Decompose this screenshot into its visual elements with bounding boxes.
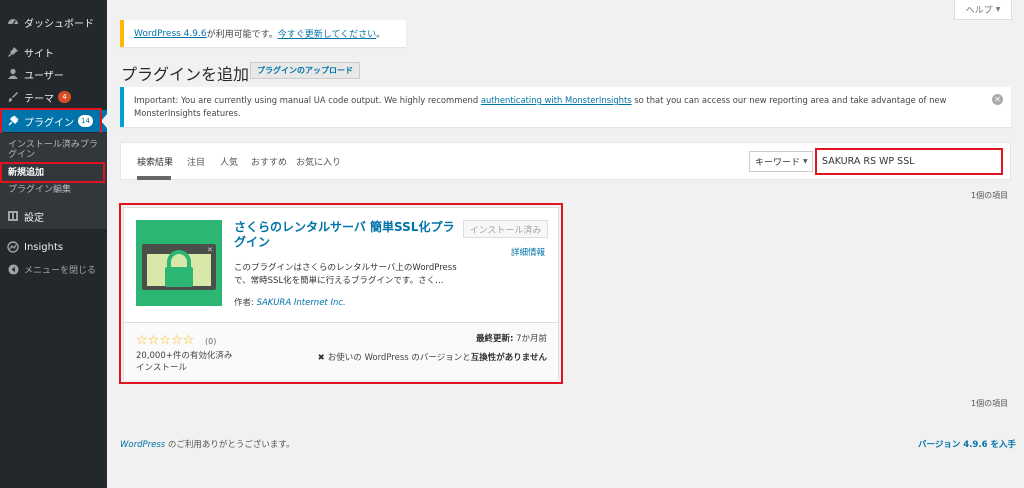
monsterinsights-notice: Important: You are currently using manua…	[120, 87, 1011, 127]
admin-sidebar: ダッシュボード サイト ユーザー テーマ 4 プラグイン 14 インストール済み…	[0, 0, 107, 488]
dismiss-notice-icon[interactable]: ✕	[992, 94, 1003, 105]
footer-version-link[interactable]: バージョン 4.9.6 を入手	[918, 438, 1016, 450]
themes-update-badge: 4	[58, 91, 71, 103]
menu-themes-label: テーマ	[24, 93, 54, 105]
insights-icon	[3, 241, 23, 253]
menu-users-label: ユーザー	[24, 70, 64, 82]
tab-popular[interactable]: 人気	[220, 155, 238, 168]
upload-plugin-button[interactable]: プラグインのアップロード	[250, 62, 360, 79]
footer-thanks-text: のご利用ありがとうございます。	[165, 440, 295, 450]
dropdown-caret-icon: ▼	[803, 158, 808, 165]
update-now-link[interactable]: 今すぐ更新してください	[278, 27, 376, 40]
menu-themes[interactable]: テーマ 4	[0, 86, 107, 108]
menu-posts[interactable]: サイト	[0, 41, 107, 63]
menu-settings[interactable]: 設定	[0, 205, 107, 227]
add-new-highlight-box	[0, 162, 105, 183]
collapse-arrow-icon	[3, 263, 23, 275]
menu-insights[interactable]: Insights	[0, 236, 107, 258]
menu-dashboard-label: ダッシュボード	[24, 18, 94, 30]
settings-icon	[3, 210, 23, 222]
tab-favorites[interactable]: お気に入り	[296, 155, 341, 168]
help-tab-label: ヘルプ	[965, 6, 993, 16]
search-type-value: キーワード	[755, 158, 801, 168]
menu-users[interactable]: ユーザー	[0, 63, 107, 85]
tab-featured[interactable]: 注目	[187, 155, 205, 168]
notice-text-before: Important: You are currently using manua…	[134, 95, 481, 105]
update-notice: WordPress 4.9.6 が利用可能です。 今すぐ更新してください 。	[120, 20, 406, 47]
update-notice-text: が利用可能です。	[206, 30, 278, 40]
menu-collapse-label: メニューを閉じる	[24, 265, 97, 276]
item-count-bottom: 1個の項目	[971, 399, 1009, 408]
paintbrush-icon	[3, 91, 23, 103]
plugins-highlight-box	[0, 108, 102, 135]
submenu-plugin-editor[interactable]: プラグイン編集	[8, 185, 71, 195]
page-title: プラグインを追加	[121, 65, 250, 84]
item-count-top: 1個の項目	[971, 191, 1009, 200]
authenticate-link[interactable]: authenticating with MonsterInsights	[481, 95, 632, 105]
help-tab[interactable]: ヘルプ ▼	[954, 0, 1012, 20]
submenu-installed-plugins[interactable]: インストール済みプラグイン	[8, 140, 103, 160]
menu-collapse[interactable]: メニューを閉じる	[0, 258, 107, 280]
menu-insights-label: Insights	[24, 241, 64, 253]
tab-recommended[interactable]: おすすめ	[251, 155, 287, 168]
update-notice-end: 。	[376, 30, 386, 40]
footer-thanks: WordPress のご利用ありがとうございます。	[120, 438, 295, 450]
dashboard-icon	[3, 16, 23, 28]
menu-settings-label: 設定	[24, 212, 44, 224]
active-tab-indicator	[137, 176, 171, 180]
chevron-down-icon: ▼	[995, 6, 1001, 13]
menu-posts-label: サイト	[24, 48, 54, 60]
search-type-select[interactable]: キーワード ▼	[749, 151, 813, 172]
user-icon	[3, 68, 23, 80]
wordpress-version-link[interactable]: WordPress 4.9.6	[134, 29, 207, 39]
footer-wordpress-link[interactable]: WordPress	[120, 440, 165, 450]
pin-icon	[3, 46, 23, 58]
plugin-card-highlight-box	[119, 203, 563, 384]
plugin-search-input[interactable]	[815, 148, 1003, 175]
menu-dashboard[interactable]: ダッシュボード	[0, 11, 107, 33]
tab-search-results[interactable]: 検索結果	[137, 155, 173, 168]
